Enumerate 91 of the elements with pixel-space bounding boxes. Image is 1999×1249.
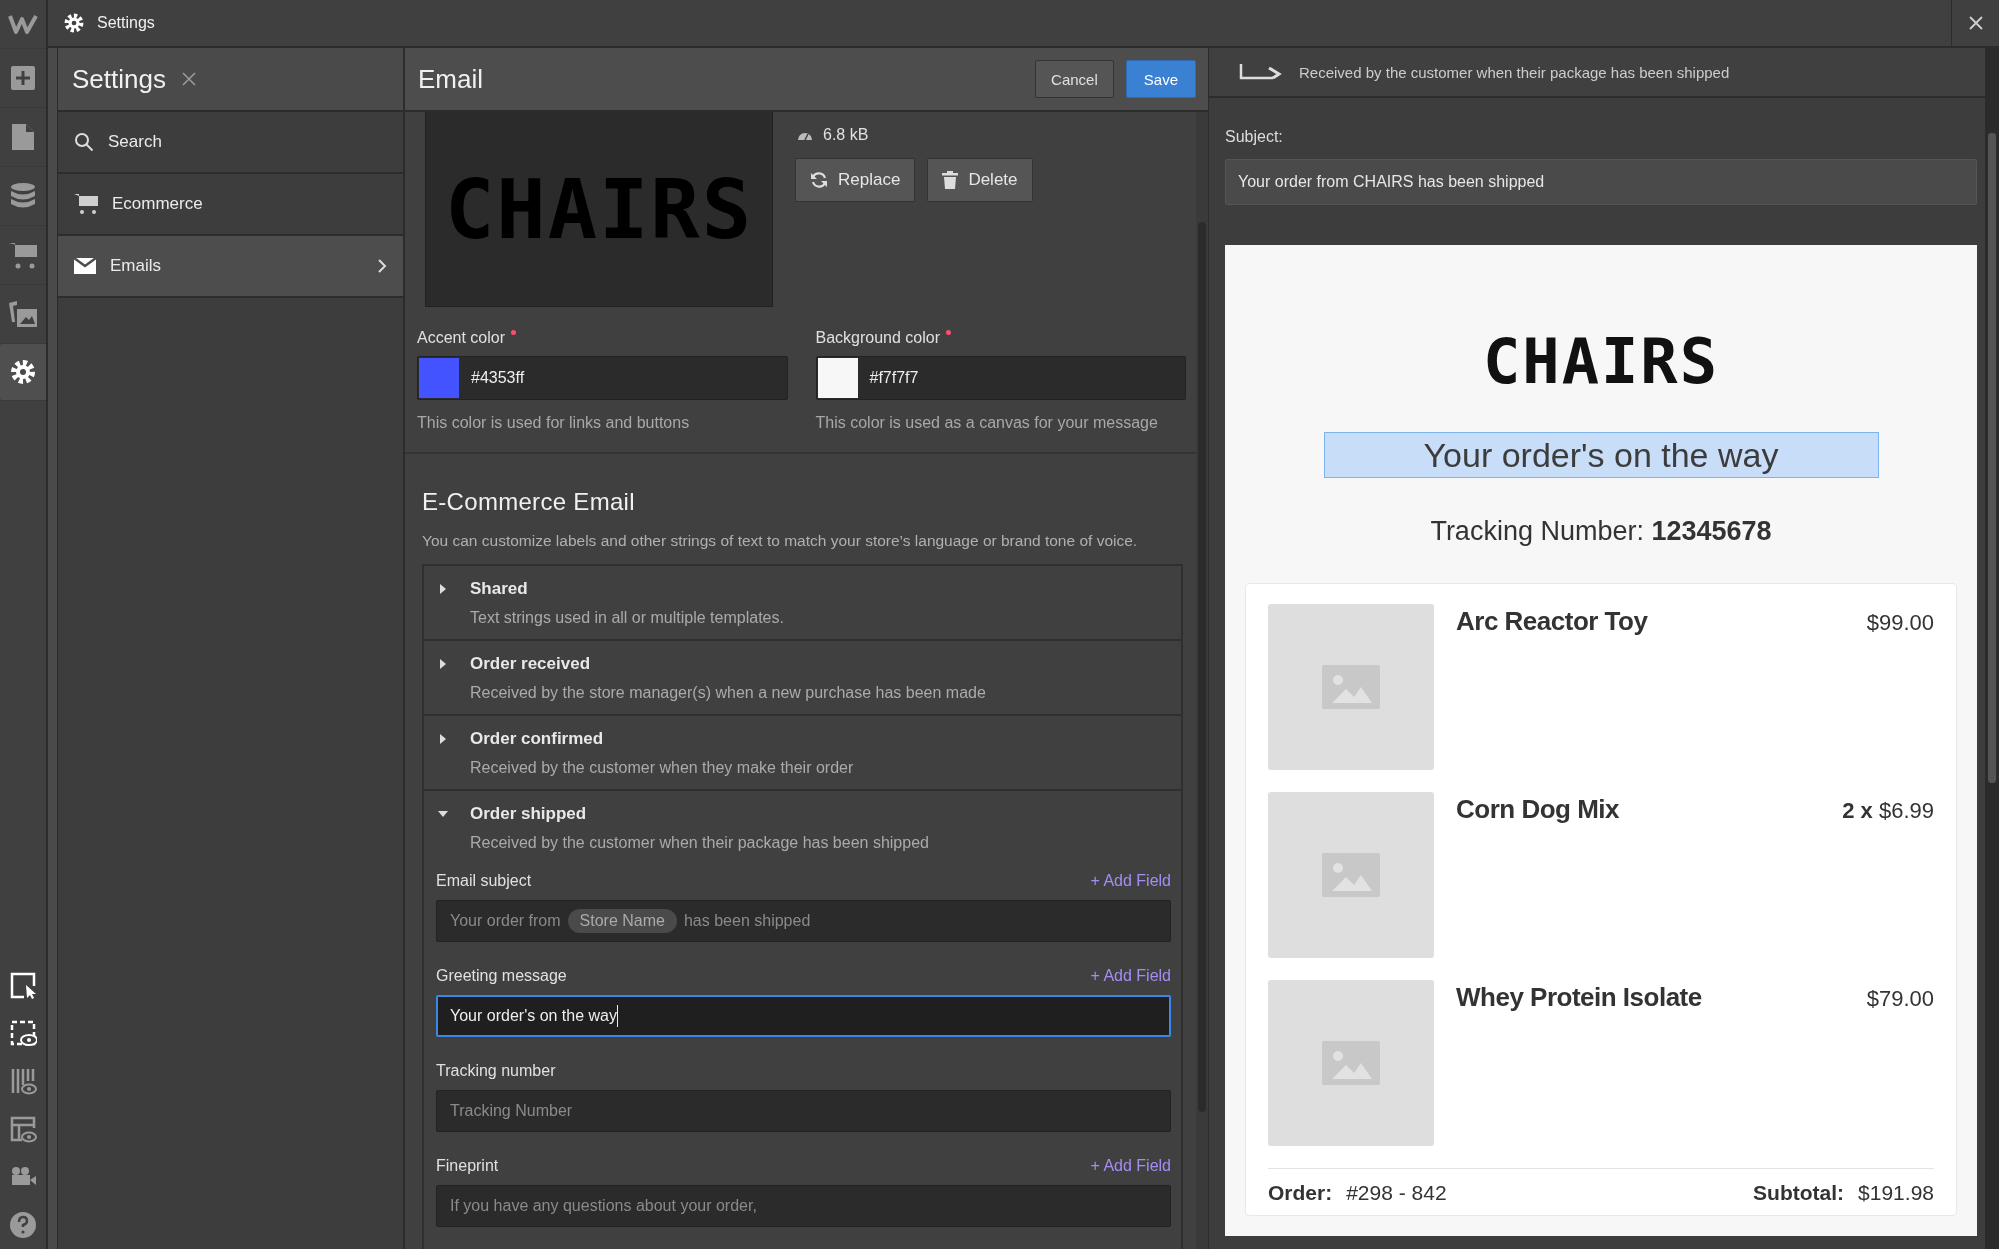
template-header[interactable]: Shared Text strings used in all or multiple templates. (424, 566, 1181, 639)
scrollbar-thumb[interactable] (1988, 133, 1996, 783)
field-label: Subject: (1225, 128, 1284, 146)
add-field-link[interactable]: + Add Field (1090, 967, 1171, 985)
close-icon (181, 72, 196, 86)
panel-title: Settings (72, 63, 166, 95)
product-price: $99.00 (1866, 610, 1934, 636)
color-field[interactable]: #4353ff (417, 356, 788, 400)
product-price: $79.00 (1866, 986, 1934, 1012)
product-price: 2 x $6.99 (1842, 798, 1934, 824)
add-icon (11, 66, 35, 90)
field-label: Tracking number (436, 1062, 556, 1080)
image-icon (1322, 1041, 1380, 1085)
field-label: Greeting message (436, 967, 567, 985)
field-hint: This color is used for links and buttons (417, 414, 691, 432)
color-field[interactable]: #f7f7f7 (815, 356, 1186, 400)
caret-icon (438, 659, 448, 669)
images-icon (9, 301, 37, 327)
image-icon (1322, 853, 1380, 897)
logo-text: CHAIRS (1483, 325, 1719, 398)
toolbar-button[interactable] (0, 344, 46, 401)
delete-button[interactable]: Delete (927, 158, 1033, 202)
dashed-box-eye-icon (9, 1019, 37, 1047)
trash-icon (942, 171, 959, 189)
section-title: E-Commerce Email (422, 488, 636, 516)
chevron-icon (377, 258, 387, 274)
input-field[interactable]: Tracking Number (436, 1090, 1171, 1132)
subject-field: Your order from CHAIRS has been shipped (1225, 159, 1977, 205)
product-name: Corn Dog Mix (1456, 794, 1620, 825)
input-field[interactable]: Your order's on the way (436, 995, 1171, 1037)
envelope-icon (74, 258, 96, 274)
product-name: Arc Reactor Toy (1456, 606, 1649, 637)
caret-icon (438, 809, 448, 819)
help-icon (9, 1211, 37, 1239)
cart-icon (74, 193, 98, 215)
template-description: Received by the customer when they make their order (470, 759, 854, 777)
section-description: You can customize labels and other strings of text to match your store’s language or brand tone of voice. (422, 532, 1139, 550)
layout-eye-icon (9, 1115, 37, 1143)
template-title: Shared (470, 579, 529, 599)
close-icon (1967, 15, 1984, 31)
field-label: Background color (815, 329, 940, 347)
gear-icon (9, 358, 37, 386)
add-field-link[interactable]: + Add Field (1090, 872, 1171, 890)
greeting-text: Your order's on the way (1323, 432, 1879, 478)
template-header[interactable]: Order received Received by the store manager(s) when a new purchase has been made (424, 641, 1181, 714)
caret-icon (438, 584, 448, 594)
page-icon (12, 124, 34, 150)
logo-icon (8, 12, 38, 36)
field-label: Fineprint (436, 1157, 499, 1175)
subtotal-value: $191.98 (1858, 1181, 1934, 1205)
template-header[interactable]: Order shipped Received by the customer when their package has been shipped (424, 791, 1181, 864)
tracking-number: Tracking Number: 12345678 (1430, 516, 1772, 547)
template-description: Text strings used in all or multiple templates. (470, 609, 784, 627)
panel-title: Email (418, 63, 483, 95)
template-header[interactable]: Order confirmed Received by the customer when they make their order (424, 716, 1181, 789)
refresh-icon (810, 171, 828, 189)
database-icon (11, 182, 35, 210)
template-title: Order confirmed (470, 729, 605, 749)
field-hint: This color is used as a canvas for your message (815, 414, 1159, 432)
select-cursor-icon (9, 971, 37, 999)
template-description: Received by the customer when their package has been shipped (470, 834, 929, 852)
file-size: 6.8 kB (823, 126, 869, 144)
subject-text: has been shipped (683, 912, 811, 930)
replace-button[interactable]: Replace (795, 158, 916, 202)
image-icon (1322, 665, 1380, 709)
settings-icon (63, 12, 85, 34)
close-button[interactable] (179, 70, 198, 88)
subject-field[interactable]: Your order from Store Name has been shipped (436, 900, 1171, 942)
order-number: #298 - 842 (1346, 1181, 1447, 1205)
template-title: Order received (470, 654, 591, 674)
search-icon (74, 132, 94, 152)
subtotal-label: Subtotal: (1753, 1181, 1845, 1205)
bars-eye-icon (9, 1067, 37, 1095)
cart-icon (9, 241, 37, 269)
add-field-link[interactable]: + Add Field (1090, 1157, 1171, 1175)
caret-icon (438, 734, 448, 744)
template-description: Received by the store manager(s) when a new purchase has been made (470, 684, 986, 702)
input-field[interactable]: If you have any questions about your order, (436, 1185, 1171, 1227)
template-title: Order shipped (470, 804, 588, 824)
field-label: Accent color (417, 329, 506, 347)
order-label: Order: (1268, 1181, 1333, 1205)
subject-text: Your order from (450, 912, 561, 930)
store-name-token: Store Name (567, 909, 677, 933)
app-title: Settings (97, 14, 155, 32)
save-button[interactable]: Save (1125, 60, 1196, 98)
product-name: Whey Protein Isolate (1456, 982, 1703, 1013)
settings-menu-item[interactable]: Search (58, 112, 403, 174)
cancel-button[interactable]: Cancel (1035, 60, 1114, 98)
field-label: Email subject (436, 872, 532, 890)
settings-menu-item[interactable]: Emails (58, 236, 403, 298)
template-description: Received by the customer when their package has been shipped (1299, 63, 1730, 81)
